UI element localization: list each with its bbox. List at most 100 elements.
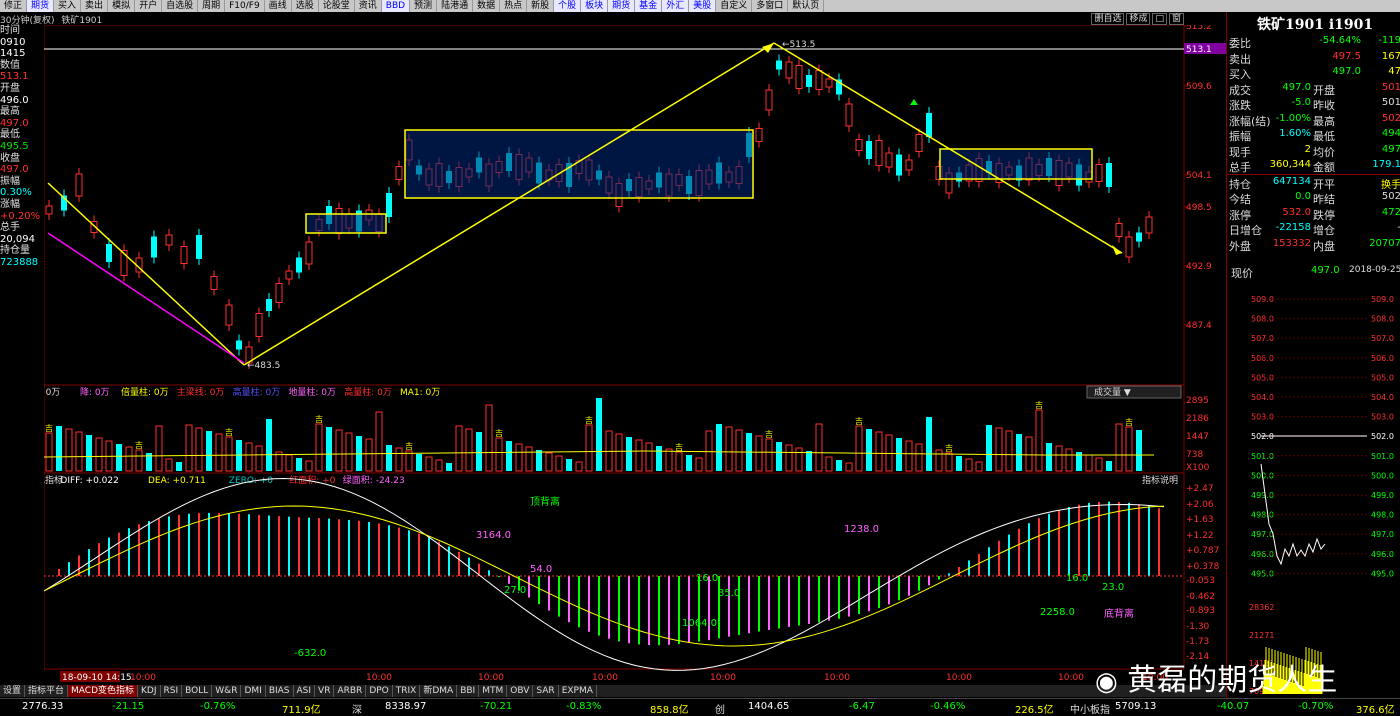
- quote-label: 持仓: [1229, 177, 1251, 191]
- info-item: 0.30%: [0, 187, 32, 199]
- indicator-tab[interactable]: VR: [315, 685, 335, 697]
- indicator-tab[interactable]: 指标平台: [25, 685, 69, 697]
- volume-bar: [686, 455, 692, 471]
- kline-chart[interactable]: 515.2 513.1 509.6 504.1 498.5 492.9 487.4 ←513.…: [44, 25, 1226, 685]
- time-axis-label: 10:00: [824, 673, 850, 683]
- toolbar-button[interactable]: 热点: [500, 0, 528, 12]
- volume-tag: 吉: [315, 415, 323, 424]
- indicator-tab[interactable]: MTM: [479, 685, 508, 697]
- volume-bar: [255, 445, 263, 472]
- toolbar-button[interactable]: 周期: [198, 0, 226, 12]
- indicator-tab[interactable]: BIAS: [266, 685, 294, 697]
- indicator-tab[interactable]: SAR: [533, 685, 559, 697]
- chart-ctrl-button[interactable]: 窗: [1168, 13, 1184, 25]
- quote-value2: 501: [1381, 81, 1400, 93]
- indicator-tab[interactable]: RSI: [161, 685, 183, 697]
- toolbar-button[interactable]: 基金: [635, 0, 663, 12]
- toolbar-button[interactable]: 板块: [581, 0, 609, 12]
- macd-histogram-bar: [698, 576, 700, 642]
- indicator-tab[interactable]: W&R: [212, 685, 242, 697]
- volume-bar: [765, 438, 773, 472]
- volume-bar: [1035, 409, 1043, 472]
- macd-histogram-bar: [1158, 508, 1160, 576]
- indicator-tab[interactable]: OBV: [507, 685, 534, 697]
- intraday-mini-chart[interactable]: 509.0 509.0508.0 508.0507.0 507.0506.0 506.0…: [1227, 294, 1400, 698]
- macd-annotation: 3164.0: [476, 530, 511, 541]
- toolbar-button[interactable]: 默认页: [788, 0, 825, 12]
- chart-ctrl-button[interactable]: □: [1152, 13, 1167, 25]
- quote-value2: 502: [1381, 191, 1400, 202]
- toolbar-button[interactable]: 资讯: [355, 0, 382, 12]
- indicator-tab[interactable]: ARBR: [334, 685, 367, 697]
- indicator-tab[interactable]: BBI: [457, 685, 480, 697]
- consolidation-box: [305, 213, 387, 234]
- candle-body: [1106, 163, 1112, 187]
- toolbar-button[interactable]: 卖出: [81, 0, 109, 12]
- toolbar-button[interactable]: 买入: [54, 0, 82, 12]
- toolbar-button[interactable]: 期货: [27, 0, 55, 12]
- macd-header-item: 红面积: +0: [289, 474, 335, 486]
- candle-body: [296, 257, 302, 273]
- volume-pane-border: [44, 384, 1185, 474]
- indicator-tab[interactable]: BOLL: [182, 685, 213, 697]
- macd-help-button[interactable]: 指标说明: [1142, 474, 1178, 486]
- toolbar-button[interactable]: 论股堂: [319, 0, 355, 12]
- toolbar-button[interactable]: 选股: [292, 0, 319, 12]
- indicator-tab[interactable]: 新DMA: [420, 685, 458, 697]
- macd-tick-label: -1.30: [1186, 622, 1210, 632]
- volume-bar: [375, 411, 383, 472]
- toolbar-button[interactable]: F10/F9: [225, 0, 265, 12]
- candle-body: [151, 236, 157, 258]
- chart-ctrl-button[interactable]: 移成: [1126, 13, 1151, 25]
- toolbar-button[interactable]: 自定义: [716, 0, 753, 12]
- time-axis-label: 10:00: [130, 673, 156, 683]
- toolbar-button[interactable]: 修正: [0, 0, 28, 12]
- toolbar-button[interactable]: 美股: [689, 0, 717, 12]
- info-item: 497.0: [0, 117, 29, 129]
- toolbar-button[interactable]: 多窗口: [752, 0, 789, 12]
- indicator-tab[interactable]: EXPMA: [559, 685, 597, 697]
- mini-axis-right: 500.0: [1371, 471, 1394, 480]
- consolidation-box: [939, 148, 1093, 180]
- volume-bar: [266, 419, 272, 471]
- toolbar-button[interactable]: 外汇: [662, 0, 690, 12]
- macd-tick-label: -0.893: [1186, 606, 1215, 616]
- quote-value2: 换手: [1381, 179, 1400, 191]
- macd-histogram-bar: [488, 570, 490, 576]
- toolbar-button[interactable]: 自选股: [162, 0, 199, 12]
- indicator-tab[interactable]: KDJ: [138, 685, 161, 697]
- candle-body: [795, 65, 803, 89]
- indicator-tab[interactable]: 设置: [0, 685, 26, 697]
- volume-bar: [1115, 423, 1123, 472]
- volume-bar: [695, 457, 703, 472]
- toolbar-button[interactable]: 陆港通: [437, 0, 474, 12]
- quote-value: 532.0: [1282, 206, 1311, 218]
- volume-tick-label: X100: [1186, 463, 1210, 473]
- toolbar-button[interactable]: 新股: [527, 0, 555, 12]
- macd-tick-label: -0.462: [1186, 592, 1215, 602]
- toolbar-button[interactable]: 期货: [608, 0, 636, 12]
- indicator-tab[interactable]: TRIX: [393, 685, 421, 697]
- toolbar-button[interactable]: BBD: [381, 0, 411, 12]
- indicator-tab[interactable]: MACD变色指标: [68, 685, 139, 697]
- toolbar-button[interactable]: 模拟: [108, 0, 136, 12]
- volume-bar: [95, 437, 103, 472]
- trend-line: [243, 42, 775, 366]
- macd-histogram-bar: [578, 576, 580, 628]
- macd-histogram-bar: [1028, 523, 1030, 576]
- toolbar-button[interactable]: 预测: [410, 0, 438, 12]
- chart-ctrl-button[interactable]: 删自选: [1091, 13, 1125, 25]
- toolbar-button[interactable]: 数据: [473, 0, 501, 12]
- toolbar-button[interactable]: 个股: [554, 0, 582, 12]
- volume-bar: [135, 449, 143, 472]
- candle-body: [285, 270, 293, 280]
- indicator-tab[interactable]: DPO: [366, 685, 393, 697]
- quote-divider: [1227, 173, 1400, 175]
- indicator-tab[interactable]: ASI: [294, 685, 316, 697]
- volume-tag: 吉: [765, 430, 773, 439]
- toolbar-button[interactable]: 开户: [135, 0, 163, 12]
- toolbar-button[interactable]: 画线: [265, 0, 292, 12]
- macd-histogram-bar: [918, 576, 920, 591]
- quote-value2: 494: [1381, 128, 1400, 139]
- indicator-tab[interactable]: DMI: [241, 685, 266, 697]
